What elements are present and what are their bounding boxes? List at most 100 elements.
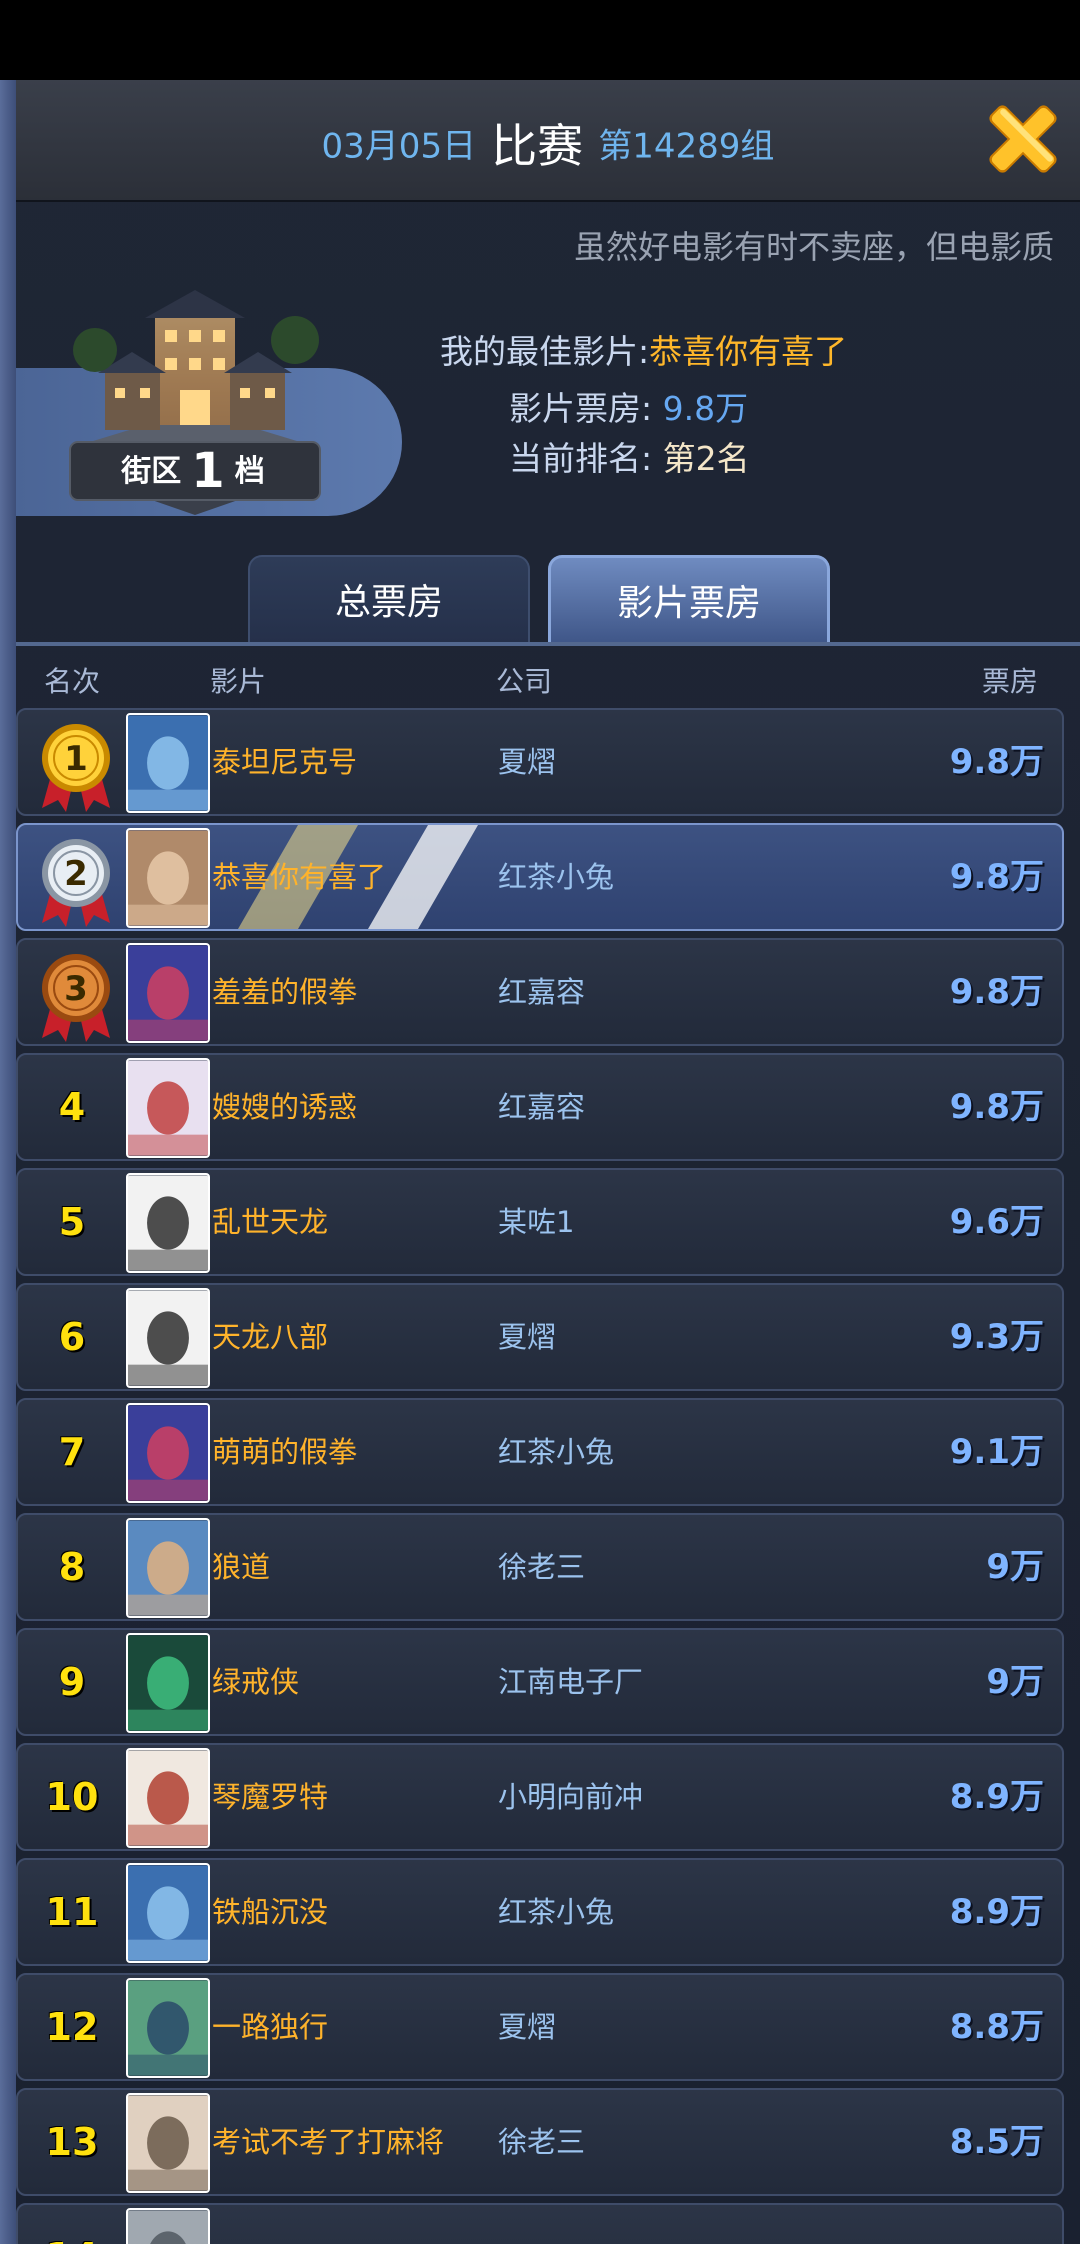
film-title: 绿戒侠: [212, 1665, 300, 1699]
company-name: 夏熠: [498, 2010, 557, 2044]
film-title: 恭喜你有喜了: [212, 860, 387, 894]
tab-total-box-office[interactable]: 总票房: [248, 555, 530, 643]
match-date: 03月05日: [321, 126, 477, 167]
company-name: 红嘉容: [498, 975, 586, 1009]
table-row[interactable]: 8 狼道 徐老三 9万: [16, 1513, 1064, 1621]
box-office-value: 9万: [986, 1547, 1044, 1587]
best-film-row: 我的最佳影片:恭喜你有喜了: [440, 325, 847, 373]
table-row[interactable]: 4 嫂嫂的诱惑 红嘉容 9.8万: [16, 1053, 1064, 1161]
company-name: 红茶小兔: [498, 1435, 615, 1469]
current-rank-label: 当前排名:: [509, 439, 653, 478]
film-poster[interactable]: [126, 1978, 210, 2078]
company-name: 红茶小兔: [498, 1895, 615, 1929]
poster-image-icon: [128, 830, 208, 926]
close-icon[interactable]: [980, 96, 1066, 182]
rank-number: 10: [45, 1775, 99, 1819]
rank-number: 13: [45, 2120, 99, 2164]
table-row[interactable]: 11 铁船沉没 红茶小兔 8.9万: [16, 1858, 1064, 1966]
box-office-value: 9.8万: [949, 742, 1044, 782]
rank-number: 8: [58, 1545, 86, 1589]
film-title: 嫂嫂的诱惑: [212, 1090, 358, 1124]
column-film: 影片: [210, 665, 267, 698]
table-row[interactable]: 13 考试不考了打麻将 徐老三 8.5万: [16, 2088, 1064, 2196]
table-row[interactable]: 7 萌萌的假拳 红茶小兔 9.1万: [16, 1398, 1064, 1506]
company-name: 小明向前冲: [498, 1780, 644, 1814]
film-title: 铁船沉没: [212, 1895, 329, 1929]
film-title: 羞羞的假拳: [212, 975, 358, 1009]
rank-number: 4: [58, 1085, 86, 1129]
poster-image-icon: [128, 1980, 208, 2076]
poster-image-icon: [128, 1060, 208, 1156]
rank-number: 1: [64, 739, 88, 779]
column-rank: 名次: [44, 665, 101, 698]
film-title: 乱世天龙: [212, 1205, 329, 1239]
poster-image-icon: [128, 2210, 208, 2244]
rank-medal-icon: 1: [42, 724, 110, 812]
table-row[interactable]: 10 琴魔罗特 小明向前冲 8.9万: [16, 1743, 1064, 1851]
poster-image-icon: [128, 1750, 208, 1846]
tier-label: 街区 1 档: [70, 442, 316, 500]
film-poster[interactable]: [126, 1058, 210, 1158]
tab-divider: [16, 642, 1080, 646]
film-poster[interactable]: [126, 1748, 210, 1848]
poster-image-icon: [128, 1405, 208, 1501]
film-poster[interactable]: [126, 1518, 210, 1618]
film-poster[interactable]: [126, 1863, 210, 1963]
table-row[interactable]: 2 恭喜你有喜了 红茶小兔 9.8万: [16, 823, 1064, 931]
film-poster[interactable]: [126, 1403, 210, 1503]
rank-number: 7: [58, 1430, 86, 1474]
rank-number: 5: [58, 1200, 86, 1244]
box-office-value: 9万: [986, 1662, 1044, 1702]
column-box-office: 票房: [982, 665, 1039, 698]
table-row[interactable]: 14: [16, 2203, 1064, 2244]
film-title: 一路独行: [212, 2010, 329, 2044]
box-office-value: 9.8万: [949, 972, 1044, 1012]
box-office-value: 8.8万: [949, 2007, 1044, 2047]
film-poster[interactable]: [126, 828, 210, 928]
table-row[interactable]: 9 绿戒侠 江南电子厂 9万: [16, 1628, 1064, 1736]
current-rank-row: 当前排名: 第2名: [509, 432, 750, 480]
film-poster[interactable]: [126, 943, 210, 1043]
film-poster[interactable]: [126, 2093, 210, 2193]
rank-number: 2: [64, 854, 88, 894]
company-name: 红茶小兔: [498, 860, 615, 894]
table-row[interactable]: 1 泰坦尼克号 夏熠 9.8万: [16, 708, 1064, 816]
rank-number: 6: [58, 1315, 86, 1359]
film-box-label: 影片票房:: [509, 389, 653, 428]
rank-medal-icon: 2: [42, 839, 110, 927]
film-poster[interactable]: [126, 1288, 210, 1388]
match-title: 比赛: [491, 119, 584, 173]
table-row[interactable]: 5 乱世天龙 某咗1 9.6万: [16, 1168, 1064, 1276]
box-office-value: 9.6万: [949, 1202, 1044, 1242]
film-poster[interactable]: [126, 1633, 210, 1733]
box-office-value: 9.1万: [949, 1432, 1044, 1472]
box-office-value: 9.8万: [949, 1087, 1044, 1127]
film-poster[interactable]: [126, 2208, 210, 2244]
table-row[interactable]: 12 一路独行 夏熠 8.8万: [16, 1973, 1064, 2081]
film-poster[interactable]: [126, 713, 210, 813]
company-name: 夏熠: [498, 745, 557, 779]
poster-image-icon: [128, 1865, 208, 1961]
company-name: 徐老三: [498, 2125, 586, 2159]
company-name: 徐老三: [498, 1550, 586, 1584]
poster-image-icon: [128, 1175, 208, 1271]
tab-film-box-office[interactable]: 影片票房: [548, 555, 830, 643]
panel-left-edge: [0, 80, 16, 2244]
poster-image-icon: [128, 1520, 208, 1616]
rank-number: 11: [45, 1890, 99, 1934]
film-title: 泰坦尼克号: [212, 745, 358, 779]
table-row[interactable]: 3 羞羞的假拳 红嘉容 9.8万: [16, 938, 1064, 1046]
column-company: 公司: [496, 665, 553, 698]
tier-number: 1: [191, 443, 225, 499]
table-row[interactable]: 6 天龙八部 夏熠 9.3万: [16, 1283, 1064, 1391]
match-group: 第14289组: [598, 126, 775, 167]
header-bar: 03月05日 比赛 第14289组: [16, 80, 1080, 202]
rank-number: 14: [32, 2205, 112, 2244]
film-box-row: 影片票房: 9.8万: [509, 382, 748, 430]
box-office-value: 9.8万: [949, 857, 1044, 897]
film-poster[interactable]: [126, 1173, 210, 1273]
rank-number: 9: [58, 1660, 86, 1704]
company-name: 江南电子厂: [498, 1665, 644, 1699]
page-title: 03月05日 比赛 第14289组: [16, 110, 1080, 176]
poster-image-icon: [128, 945, 208, 1041]
